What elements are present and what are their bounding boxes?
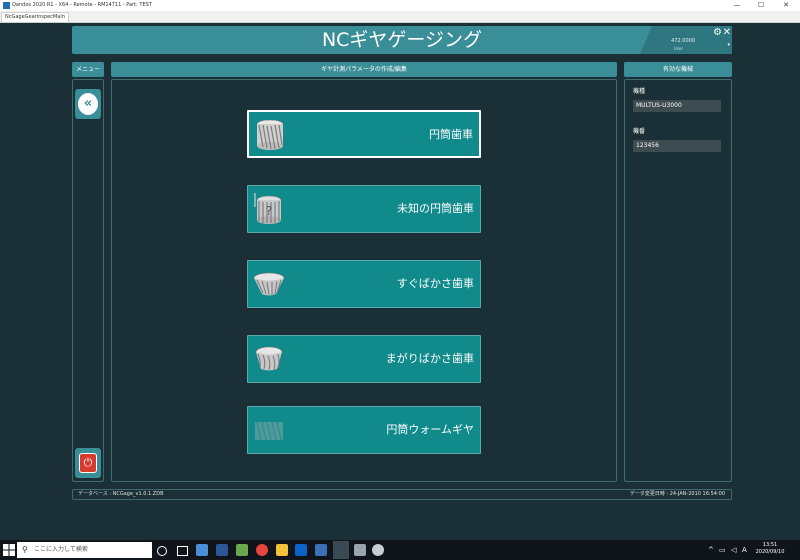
power-icon: ⏻ xyxy=(83,456,93,469)
window-close-button[interactable]: ✕ xyxy=(775,0,797,11)
outlook-icon[interactable] xyxy=(295,544,307,556)
worm-gear-icon xyxy=(255,421,283,441)
svg-text:?: ? xyxy=(266,204,272,218)
windows-start-icon[interactable] xyxy=(3,544,15,556)
gear-button-label: すぐばかさ歯車 xyxy=(396,277,474,290)
machine-type-field: MULTUS-U3000 xyxy=(633,100,721,112)
worm-gear-button[interactable]: 円筒ウォームギヤ xyxy=(247,406,481,454)
main-panel-header: ギヤ計測パラメータの作成/編集 xyxy=(111,62,617,77)
taskbar-clock[interactable]: 13:51 2020/09/10 xyxy=(752,542,788,556)
taskbar: ⚲ ここに入力して検索 ^ ▭ ◁ A 13:51 2020/09/10 xyxy=(0,540,800,560)
network-icon[interactable]: ▭ xyxy=(719,544,726,556)
minimize-button[interactable]: — xyxy=(726,0,748,11)
spiral-bevel-gear-icon xyxy=(255,346,283,371)
folder-icon[interactable] xyxy=(276,544,288,556)
unknown-cylindrical-gear-button[interactable]: ? 未知の円筒歯車 xyxy=(247,185,481,233)
grid-app-icon[interactable] xyxy=(236,544,248,556)
database-status: データベース : NCGage_v1.0.1.ZDB xyxy=(78,491,164,497)
cortana-icon[interactable] xyxy=(157,546,167,556)
app-close-icon[interactable]: ✕ xyxy=(723,27,731,39)
active-machine-header: 有効な機械 xyxy=(624,62,732,77)
gear-button-label: 円筒ウォームギヤ xyxy=(386,423,474,436)
tab-strip: NcGageGearInspecMain xyxy=(0,11,800,23)
maximize-button[interactable]: ☐ xyxy=(750,0,772,11)
machine-serial-label: 機番 xyxy=(633,128,646,135)
gear-button-label: 未知の円筒歯車 xyxy=(397,202,474,215)
straight-bevel-gear-button[interactable]: すぐばかさ歯車 xyxy=(247,260,481,308)
tray-chevron-icon[interactable]: ^ xyxy=(708,544,714,556)
taskbar-search-box[interactable]: ⚲ ここに入力して検索 xyxy=(17,542,152,558)
app-header: NCギヤゲージング 472.0000 User ⚙ ✕ ▾ xyxy=(72,26,732,54)
misc-app-icon[interactable] xyxy=(372,544,384,556)
clock-date: 2020/09/10 xyxy=(755,549,785,555)
network-app-icon[interactable] xyxy=(315,544,327,556)
header-caret-icon[interactable]: ▾ xyxy=(727,42,730,48)
exit-button[interactable]: ⏻ xyxy=(75,448,101,478)
tab-main[interactable]: NcGageGearInspecMain xyxy=(1,12,69,22)
clock-time: 13:51 xyxy=(762,542,778,548)
app-icon xyxy=(3,2,10,9)
straight-bevel-gear-icon xyxy=(253,272,285,296)
menu-panel xyxy=(72,79,104,482)
header-value: 472.0000 xyxy=(671,38,695,44)
machine-type-label: 機種 xyxy=(633,88,646,95)
cylindrical-gear-icon xyxy=(256,119,284,150)
chrome-icon[interactable] xyxy=(256,544,268,556)
gear-button-label: 円筒歯車 xyxy=(429,128,473,141)
unknown-cylindrical-gear-icon: ? xyxy=(254,193,282,224)
task-view-icon[interactable] xyxy=(177,546,188,556)
window-title: Qandos 2020.R1 - X64 - Remote - RM14711 … xyxy=(12,2,152,8)
search-icon: ⚲ xyxy=(22,545,28,554)
settings-app-icon[interactable] xyxy=(354,544,366,556)
cylindrical-gear-button[interactable]: 円筒歯車 xyxy=(247,110,481,158)
search-placeholder: ここに入力して検索 xyxy=(34,546,88,553)
file-app-icon[interactable] xyxy=(196,544,208,556)
modified-status: データ変更日時 : 24-JAN-2010 16:54:00 xyxy=(629,491,725,497)
app-area: NCギヤゲージング 472.0000 User ⚙ ✕ ▾ メニュー « ⏻ ギ… xyxy=(0,23,800,540)
machine-serial-field: 123456 xyxy=(633,140,721,152)
qandos-app-icon[interactable] xyxy=(333,541,349,559)
power-icon-frame: ⏻ xyxy=(79,453,97,473)
remote-app-icon[interactable] xyxy=(216,544,228,556)
back-button[interactable]: « xyxy=(75,89,101,119)
window-titlebar: Qandos 2020.R1 - X64 - Remote - RM14711 … xyxy=(0,0,800,11)
header-user: User xyxy=(673,46,683,51)
settings-gear-icon[interactable]: ⚙ xyxy=(713,27,722,39)
ime-indicator[interactable]: A xyxy=(742,544,747,556)
app-title: NCギヤゲージング xyxy=(321,29,483,51)
gear-button-label: まがりばかさ歯車 xyxy=(385,352,474,365)
status-bar: データベース : NCGage_v1.0.1.ZDB データ変更日時 : 24-… xyxy=(72,489,732,500)
menu-header: メニュー xyxy=(72,62,104,77)
spiral-bevel-gear-button[interactable]: まがりばかさ歯車 xyxy=(247,335,481,383)
double-chevron-left-icon: « xyxy=(78,93,98,115)
volume-icon[interactable]: ◁ xyxy=(731,544,736,556)
